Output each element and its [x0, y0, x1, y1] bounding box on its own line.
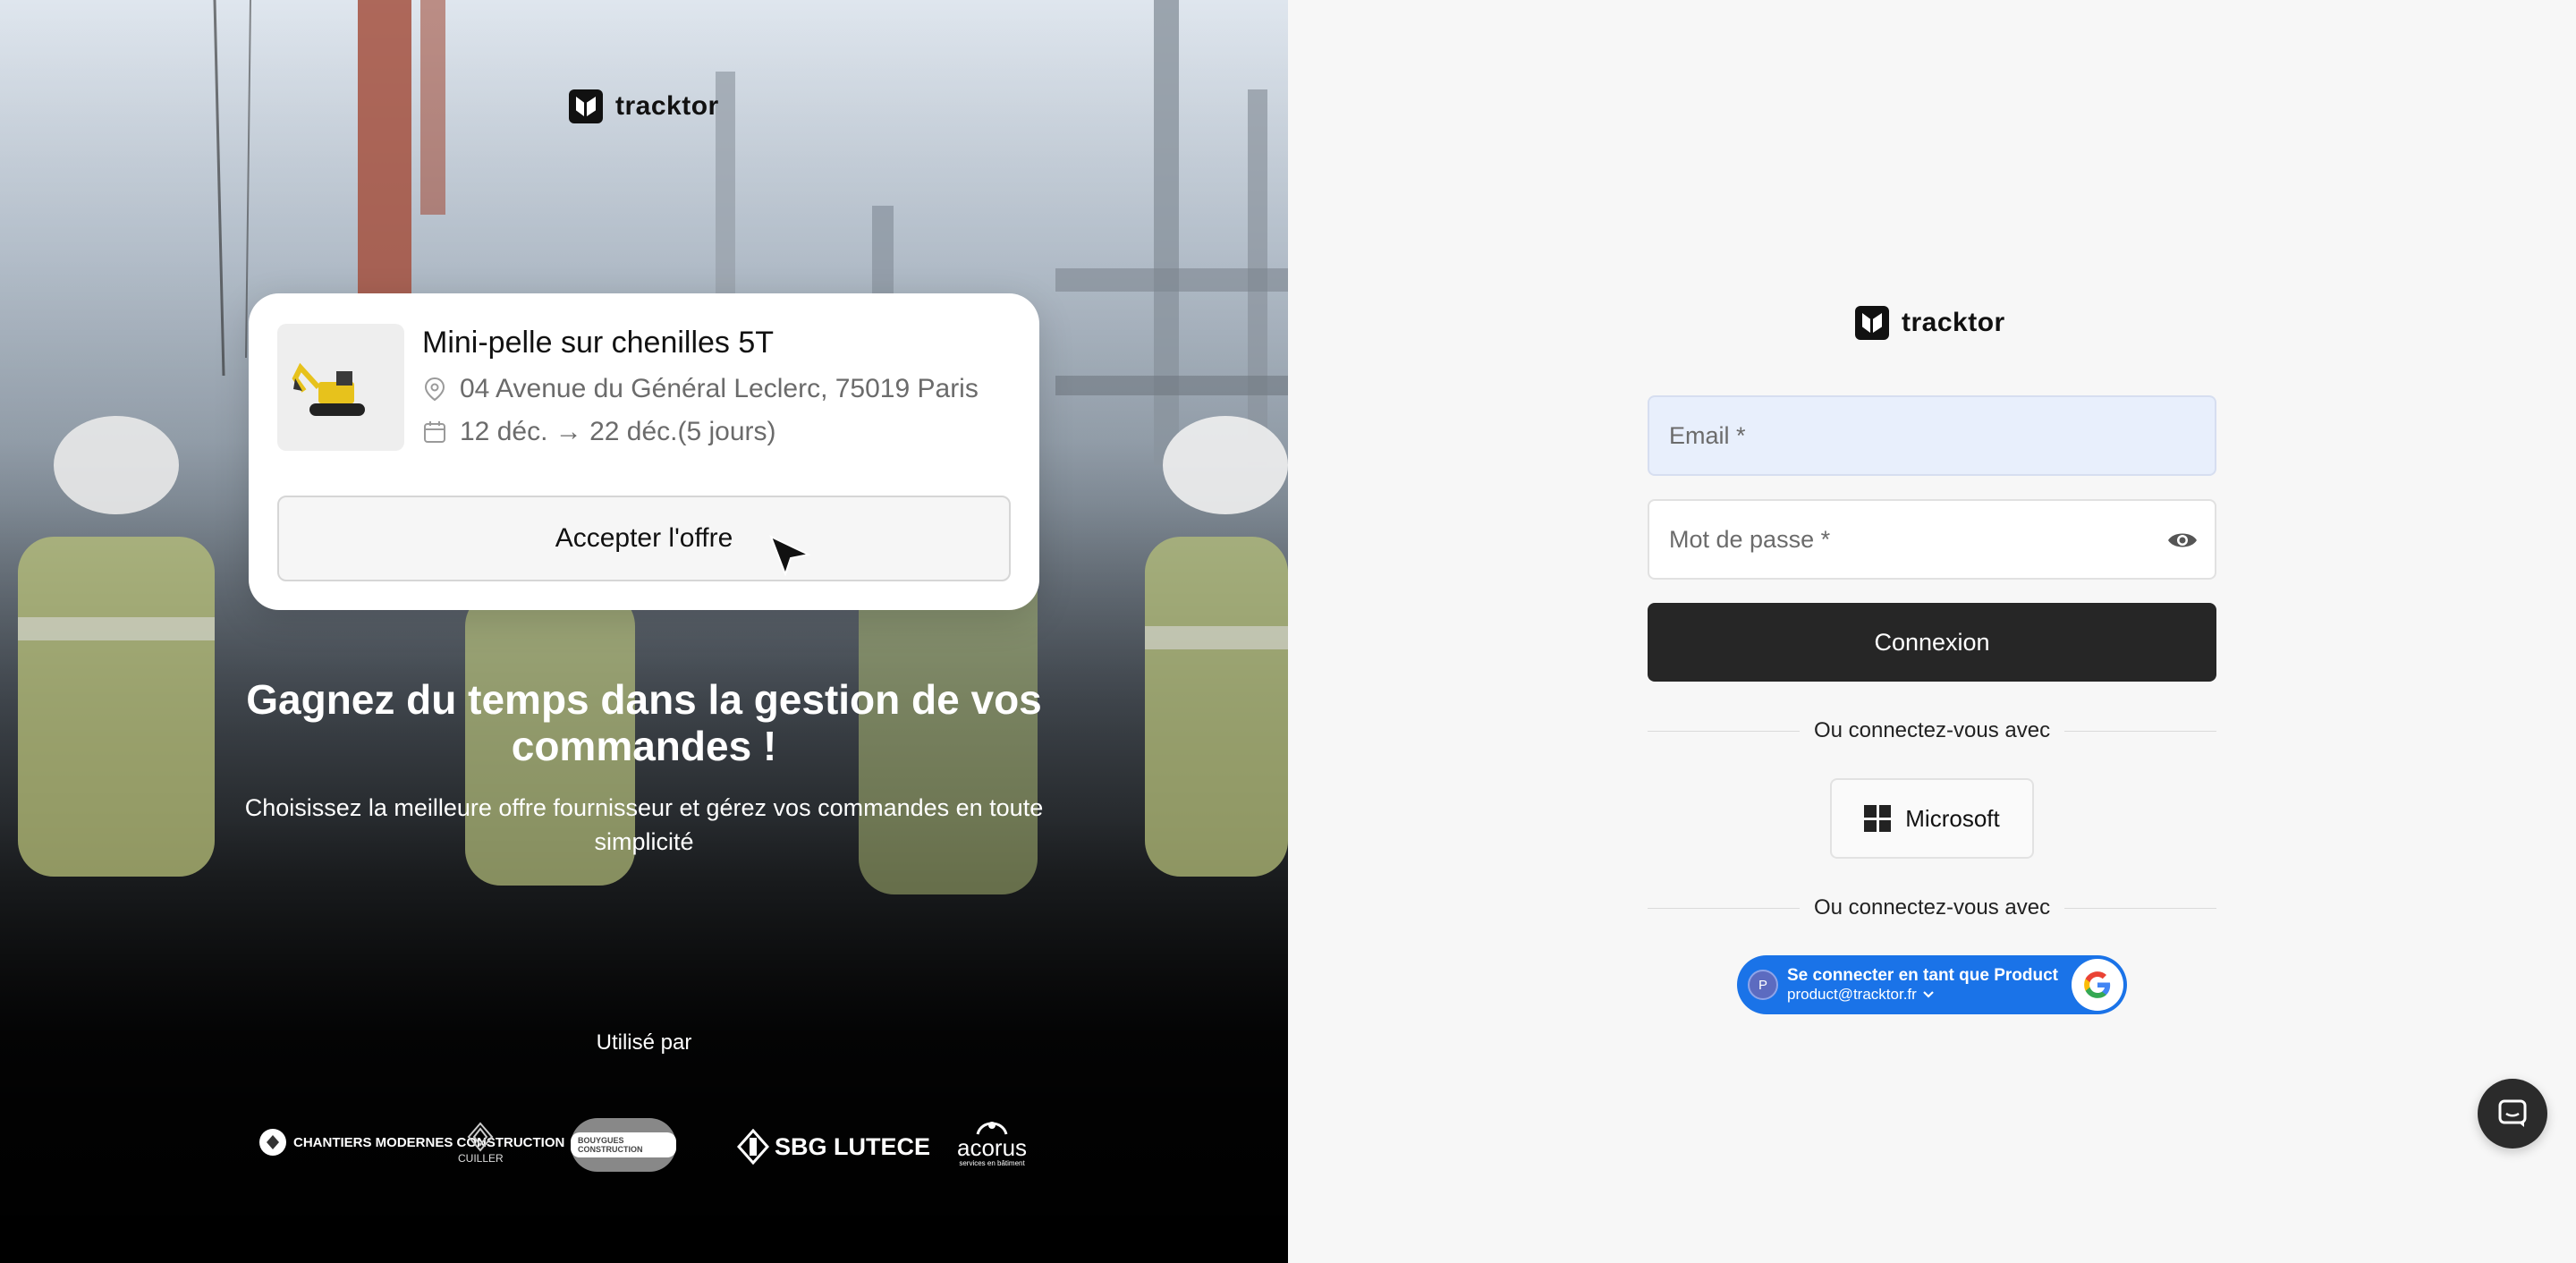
chantiers-modernes-mark-icon: [259, 1129, 286, 1156]
chevron-down-icon[interactable]: [1922, 990, 1935, 999]
offer-title: Mini-pelle sur chenilles 5T: [422, 326, 775, 360]
offer-dates: 12 déc. → 22 déc.(5 jours): [422, 417, 776, 447]
password-placeholder: Mot de passe *: [1669, 525, 1831, 553]
cuiller-mark-icon: [468, 1122, 494, 1152]
partner-tagline-acorus: services en bâtiment: [959, 1159, 1025, 1167]
brand-name: tracktor: [1902, 308, 2005, 337]
mouse-cursor-icon: [769, 535, 810, 576]
brand-logo-left: tracktor: [569, 89, 719, 123]
tracktor-logo-icon: [1855, 306, 1889, 340]
hero-content: tracktor Mini-pelle sur chenilles 5T 04 …: [0, 0, 1288, 1263]
divider-label: Ou connectez-vous avec: [1813, 718, 2051, 742]
chat-icon: [2498, 1099, 2527, 1127]
partner-logo-acorus: acorus services en bâtiment: [957, 1116, 1027, 1168]
accept-offer-button[interactable]: Accepter l'offre: [277, 496, 1011, 581]
acorus-mark-icon: [976, 1122, 1008, 1135]
partner-name-bouygues: BOUYGUES CONSTRUCTION: [571, 1132, 676, 1157]
partner-logo-cuiller: CUILLER: [458, 1122, 504, 1165]
tracktor-logo-icon: [569, 89, 603, 123]
partner-logos: CHANTIERS MODERNES CONSTRUCTION CUILLER …: [250, 1115, 1055, 1177]
hero-panel: tracktor Mini-pelle sur chenilles 5T 04 …: [0, 0, 1288, 1263]
google-icon: [2072, 959, 2123, 1011]
hero-headline: Gagnez du temps dans la gestion de vos c…: [246, 676, 1042, 769]
excavator-image: [277, 324, 404, 451]
used-by-label: Utilisé par: [596, 1030, 692, 1055]
brand-name: tracktor: [615, 91, 719, 121]
login-panel: tracktor Email * Mot de passe * Connexio…: [1288, 0, 2576, 1263]
hero-subline: Choisissez la meilleure offre fournisseu…: [244, 794, 1044, 855]
avatar: P: [1748, 970, 1778, 1000]
partner-name-cuiller: CUILLER: [458, 1152, 504, 1165]
partner-logo-chantiers-modernes: CHANTIERS MODERNES CONSTRUCTION: [258, 1127, 564, 1157]
offer-card: Mini-pelle sur chenilles 5T 04 Avenue du…: [249, 293, 1039, 610]
offer-dates-text: 12 déc. → 22 déc.(5 jours): [460, 417, 776, 446]
partner-logo-sbg-lutece: SBG LUTECE: [737, 1129, 930, 1165]
google-account-title: Se connecter en tant que Product: [1787, 966, 2058, 985]
microsoft-label: Microsoft: [1905, 804, 2000, 832]
password-field[interactable]: Mot de passe *: [1648, 499, 2216, 580]
partner-logo-bouygues: BOUYGUES CONSTRUCTION: [571, 1118, 676, 1172]
microsoft-login-button[interactable]: Microsoft: [1830, 778, 2034, 859]
calendar-icon: [422, 420, 447, 445]
sbg-lutece-mark-icon: [737, 1129, 769, 1165]
microsoft-icon: [1864, 805, 1892, 832]
partner-name-chantiers-modernes: CHANTIERS MODERNES CONSTRUCTION: [293, 1134, 565, 1150]
partner-name-acorus: acorus: [957, 1134, 1028, 1161]
email-field[interactable]: Email *: [1648, 395, 2216, 476]
partner-name-sbg-lutece: SBG LUTECE: [775, 1132, 931, 1160]
chat-support-button[interactable]: [2478, 1079, 2547, 1149]
google-account-email: product@tracktor.fr: [1787, 986, 2058, 1004]
divider-social: Ou connectez-vous avec: [1648, 717, 2216, 744]
google-one-tap-button[interactable]: P Se connecter en tant que Product produ…: [1737, 955, 2127, 1014]
google-email-text: product@tracktor.fr: [1787, 986, 1917, 1003]
login-button[interactable]: Connexion: [1648, 603, 2216, 682]
google-account-info: Se connecter en tant que Product product…: [1787, 966, 2058, 1004]
divider-label: Ou connectez-vous avec: [1813, 895, 2051, 920]
offer-address-text: 04 Avenue du Général Leclerc, 75019 Pari…: [460, 374, 979, 403]
location-pin-icon: [422, 377, 447, 402]
eye-icon[interactable]: [2166, 527, 2199, 554]
offer-address: 04 Avenue du Général Leclerc, 75019 Pari…: [422, 374, 979, 404]
brand-logo-right: tracktor: [1855, 306, 2005, 340]
email-placeholder: Email *: [1669, 421, 1746, 449]
divider-google: Ou connectez-vous avec: [1648, 894, 2216, 921]
excavator-icon: [292, 362, 365, 416]
